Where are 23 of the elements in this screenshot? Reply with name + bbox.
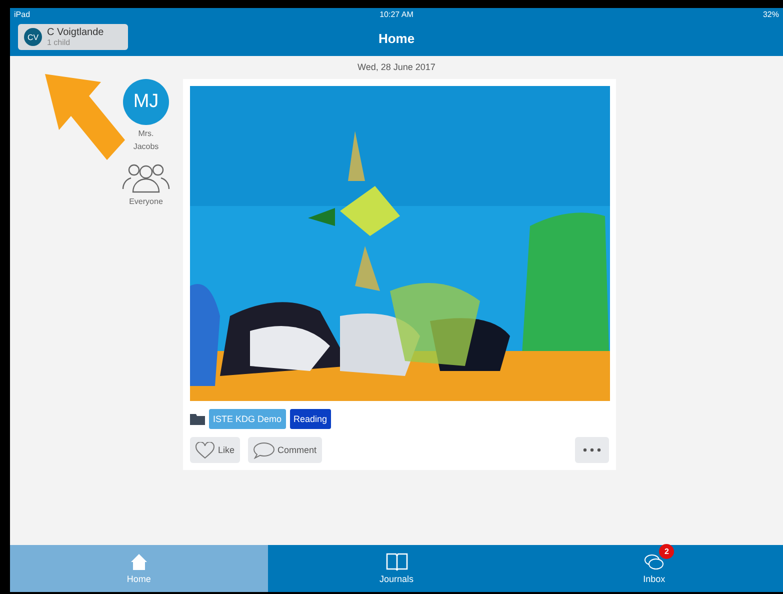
audience-label: Everyone — [129, 196, 163, 208]
comment-button[interactable]: Comment — [248, 437, 322, 463]
heart-icon — [195, 442, 215, 458]
folder-icon — [190, 413, 205, 425]
account-subtitle: 1 child — [47, 38, 72, 47]
page-title: Home — [378, 30, 415, 46]
like-button[interactable]: Like — [190, 437, 240, 463]
category-tag[interactable]: Reading — [290, 409, 332, 429]
status-time: 10:27 AM — [380, 10, 414, 18]
author-name: Mrs. Jacobs — [132, 128, 160, 153]
post-date: Wed, 28 June 2017 — [358, 62, 436, 72]
more-icon — [583, 448, 601, 452]
account-avatar: CV — [24, 28, 42, 46]
chat-bubbles-icon — [643, 553, 666, 571]
book-icon — [386, 553, 408, 571]
unread-badge: 2 — [659, 544, 674, 559]
speech-bubble-icon — [252, 442, 275, 458]
device-name: iPad — [14, 10, 30, 18]
home-icon — [130, 553, 148, 571]
author-avatar: MJ — [123, 79, 169, 125]
account-name: C Voigtlande — [47, 27, 104, 38]
battery-level: 32% — [762, 10, 779, 18]
more-button[interactable] — [575, 437, 609, 463]
